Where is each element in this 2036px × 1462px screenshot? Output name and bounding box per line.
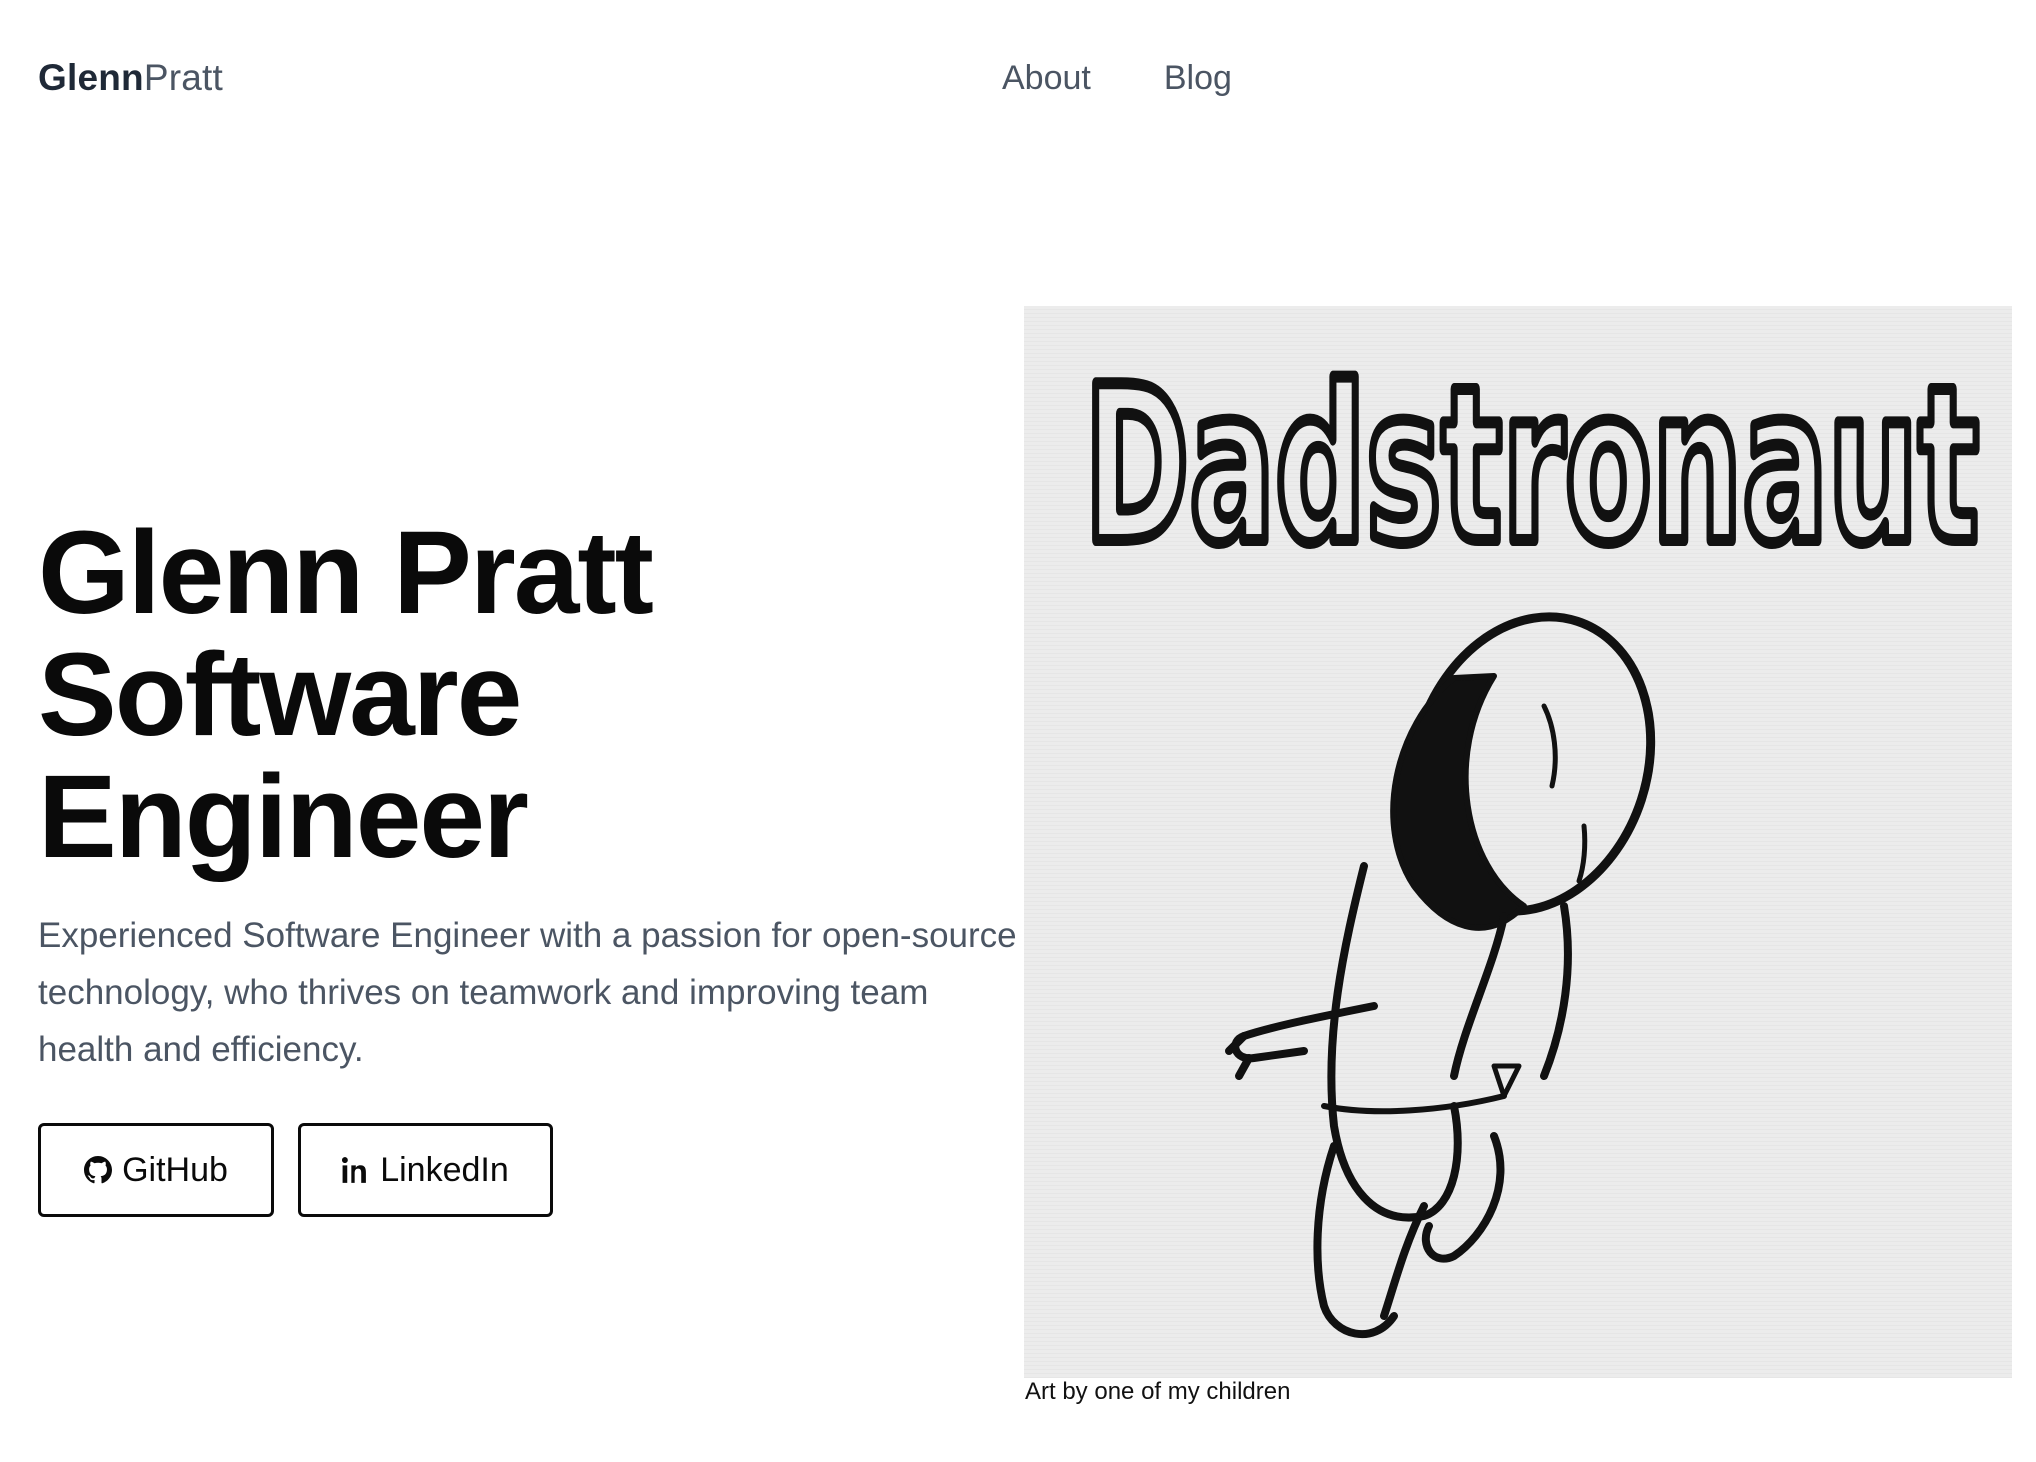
nav-link-about[interactable]: About xyxy=(1002,56,1091,100)
drawing-canvas: Dadstronaut xyxy=(1078,334,1985,1338)
brand-first-name: Glenn xyxy=(38,57,144,98)
astronaut-sketch xyxy=(1225,612,1656,1338)
art-caption: Art by one of my children xyxy=(1025,1378,1291,1405)
nav-link-blog[interactable]: Blog xyxy=(1164,56,1232,100)
hero-title-line-1: Glenn Pratt xyxy=(38,507,654,639)
site-logo-link[interactable]: GlennPratt xyxy=(38,56,223,100)
social-buttons: GitHub LinkedIn xyxy=(38,1123,553,1217)
hero-description: Experienced Software Engineer with a pas… xyxy=(38,916,1017,1069)
page: GlennPratt About Blog Glenn Pratt Softwa… xyxy=(0,0,2036,1462)
hero-title: Glenn Pratt Software Engineer xyxy=(38,507,654,883)
main-nav: About Blog xyxy=(1002,56,1232,100)
brand-last-name: Pratt xyxy=(143,57,223,98)
linkedin-button-label: LinkedIn xyxy=(380,1150,509,1189)
linkedin-button[interactable]: LinkedIn xyxy=(298,1123,553,1217)
dadstronaut-drawing: Dadstronaut xyxy=(1024,306,2012,1378)
github-icon xyxy=(84,1156,113,1184)
github-button[interactable]: GitHub xyxy=(38,1123,274,1217)
hero-title-line-3: Engineer xyxy=(38,751,529,883)
hero-title-line-2: Software xyxy=(38,629,522,761)
github-button-label: GitHub xyxy=(122,1150,228,1189)
linkedin-icon xyxy=(342,1156,370,1184)
drawing-title-text: Dadstronaut xyxy=(1084,340,1979,591)
